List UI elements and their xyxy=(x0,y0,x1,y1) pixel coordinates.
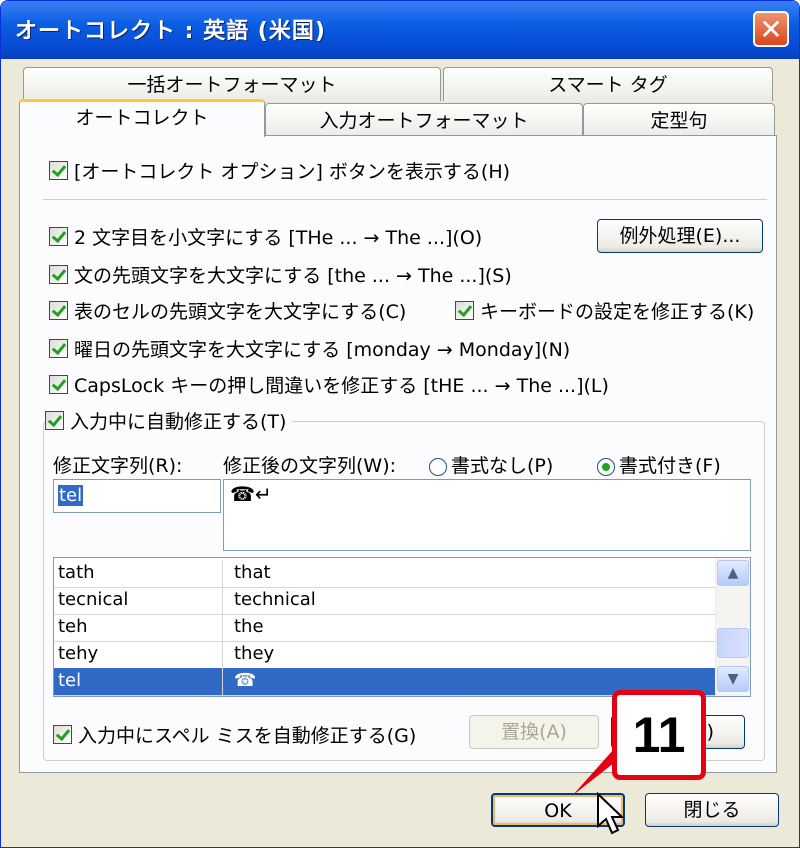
entry-to: the xyxy=(234,616,264,637)
column-divider xyxy=(222,560,223,587)
entry-from: tehy xyxy=(58,643,99,664)
checkbox-checked-icon xyxy=(455,301,474,320)
entry-from: tel xyxy=(58,670,82,691)
entry-from: teh xyxy=(58,616,88,637)
checkbox-checked-icon xyxy=(49,161,68,180)
plain-text-radio[interactable]: 書式なし(P) xyxy=(429,451,553,478)
formatted-text-radio[interactable]: 書式付き(F) xyxy=(597,451,721,478)
checkbox-checked-icon xyxy=(53,725,72,744)
window-title: オートコレクト : 英語 (米国) xyxy=(15,19,326,44)
close-button[interactable]: 閉じる xyxy=(645,793,779,827)
tab-autoformat-as-you-type[interactable]: 入力オートフォーマット xyxy=(265,103,583,137)
checkbox-checked-icon xyxy=(49,301,68,320)
autocorrect-entries-list[interactable]: tath that tecnical technical teh the tehy they t… xyxy=(53,557,751,697)
with-textbox[interactable]: ☎↵ xyxy=(223,479,751,551)
scroll-up-icon[interactable]: ▲ xyxy=(717,560,749,586)
scroll-down-icon[interactable]: ▼ xyxy=(717,666,749,692)
replace-as-typing-checkbox[interactable]: 入力中に自動修正する(T) xyxy=(45,407,293,434)
tab-smart-tags[interactable]: スマート タグ xyxy=(443,67,773,101)
caps-lock-checkbox[interactable]: CapsLock キーの押し間違いを修正する [tHE ... → The ..… xyxy=(49,371,609,398)
spell-checker-checkbox[interactable]: 入力中にスペル ミスを自動修正する(G) xyxy=(53,721,416,748)
tab-autotext[interactable]: 定型句 xyxy=(583,103,775,137)
entry-from: tath xyxy=(58,562,95,583)
entry-to: ☎ xyxy=(234,670,257,691)
tab-autocorrect[interactable]: オートコレクト xyxy=(19,99,265,137)
exceptions-button[interactable]: 例外処理(E)... xyxy=(597,219,763,253)
separator xyxy=(43,199,767,200)
radio-unselected-icon xyxy=(429,457,447,476)
capitalize-table-cell-checkbox[interactable]: 表のセルの先頭文字を大文字にする(C) xyxy=(49,297,406,324)
column-divider xyxy=(222,587,223,614)
radio-selected-icon xyxy=(597,457,615,476)
list-item[interactable]: tecnical technical xyxy=(54,587,716,615)
list-item[interactable]: teh the xyxy=(54,614,716,642)
entry-to: technical xyxy=(234,589,316,610)
replace-input[interactable]: tel xyxy=(53,479,221,513)
tab-auto-format[interactable]: 一括オートフォーマット xyxy=(23,67,441,101)
title-bar[interactable]: オートコレクト : 英語 (米国) ✕ xyxy=(1,1,799,59)
mouse-cursor-icon xyxy=(597,792,624,835)
list-item[interactable]: tath that xyxy=(54,560,716,588)
vertical-scrollbar[interactable]: ▲ ▼ xyxy=(715,558,750,696)
capitalize-sentence-checkbox[interactable]: 文の先頭文字を大文字にする [the ... → The ...](S) xyxy=(49,261,512,288)
checkbox-checked-icon xyxy=(49,339,68,358)
entry-to: they xyxy=(234,643,275,664)
entry-from: tecnical xyxy=(58,589,129,610)
entry-to: that xyxy=(234,562,271,583)
column-divider xyxy=(222,641,223,668)
capitalize-days-checkbox[interactable]: 曜日の先頭文字を大文字にする [monday → Monday](N) xyxy=(49,335,570,362)
two-initial-caps-checkbox[interactable]: 2 文字目を小文字にする [THe ... → The ...](O) xyxy=(49,223,482,250)
list-item[interactable]: tehy they xyxy=(54,641,716,669)
close-window-button[interactable]: ✕ xyxy=(753,11,789,47)
column-divider xyxy=(222,668,223,695)
scroll-thumb[interactable] xyxy=(717,628,749,658)
with-label: 修正後の文字列(W): xyxy=(223,455,397,477)
checkbox-checked-icon xyxy=(45,411,64,430)
keyboard-setting-checkbox[interactable]: キーボードの設定を修正する(K) xyxy=(455,297,754,324)
step-callout: 11 xyxy=(612,690,706,780)
replace-label: 修正文字列(R): xyxy=(53,455,183,477)
show-options-buttons-checkbox[interactable]: [オートコレクト オプション] ボタンを表示する(H) xyxy=(49,157,510,184)
checkbox-checked-icon xyxy=(49,265,68,284)
checkbox-checked-icon xyxy=(49,375,68,394)
checkbox-checked-icon xyxy=(49,227,68,246)
column-divider xyxy=(222,614,223,641)
